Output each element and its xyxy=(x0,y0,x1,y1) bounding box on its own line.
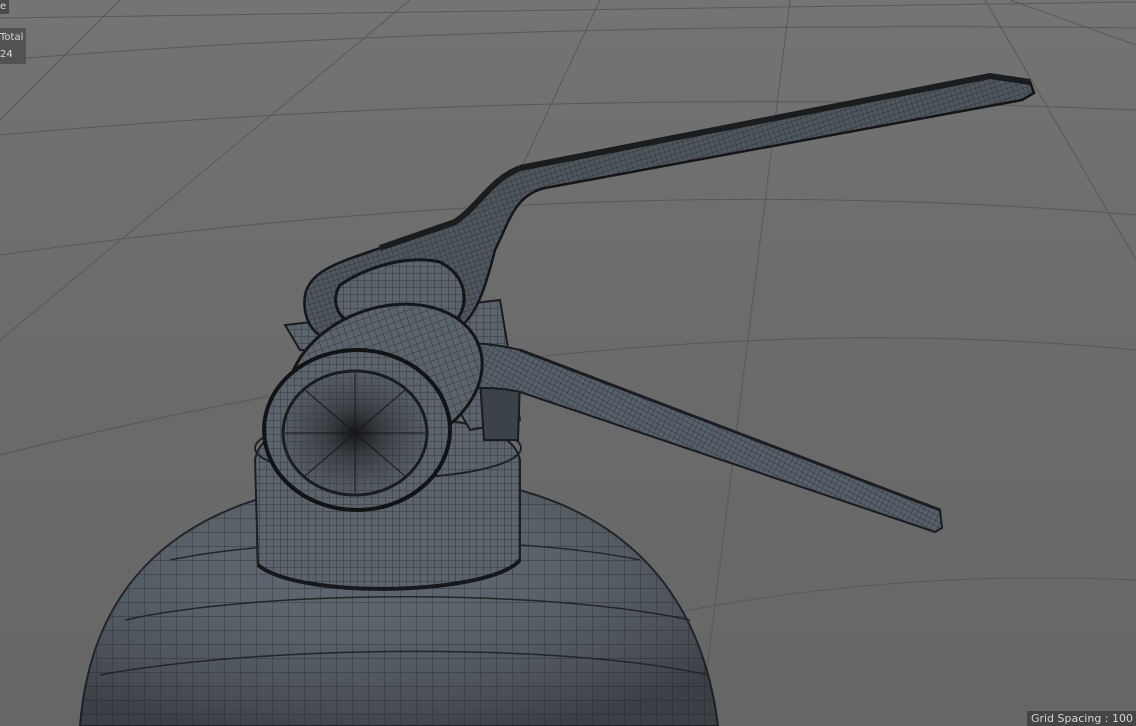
grid-spacing-readout: Grid Spacing : 100 xyxy=(1026,711,1136,726)
stats-header: Total xyxy=(0,32,24,43)
poly-count-hud: Total 24 xyxy=(0,28,27,64)
stats-value: 24 xyxy=(0,49,13,60)
viewport-scene[interactable] xyxy=(0,0,1136,726)
3d-viewport[interactable]: e Total 24 Grid Spacing : 100 xyxy=(0,0,1136,726)
viewport-menu-label[interactable]: e xyxy=(0,0,10,14)
upper-lever xyxy=(303,72,1036,342)
